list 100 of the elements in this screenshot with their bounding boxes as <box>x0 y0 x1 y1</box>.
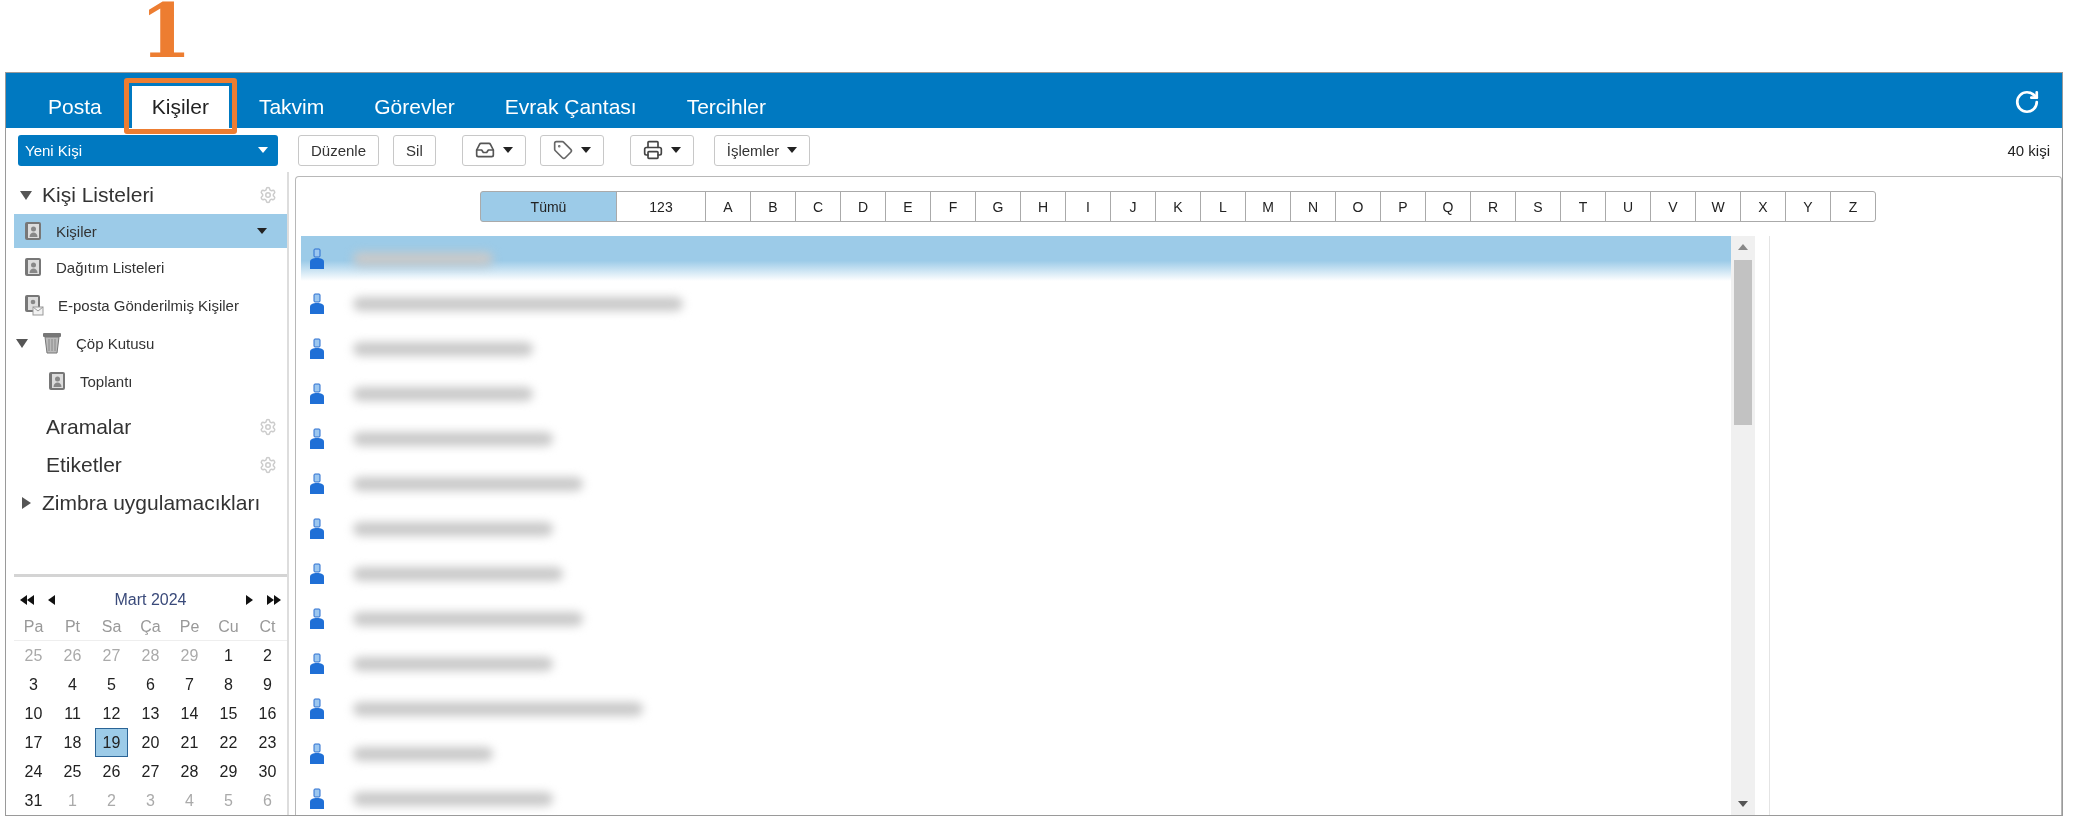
calendar-day[interactable]: 29 <box>212 757 245 786</box>
letter-filter[interactable]: D <box>840 191 886 222</box>
calendar-day[interactable]: 24 <box>17 757 50 786</box>
letter-filter[interactable]: B <box>750 191 796 222</box>
letter-filter[interactable]: O <box>1335 191 1381 222</box>
toolbar-menu-button[interactable] <box>539 134 604 166</box>
settings-icon[interactable] <box>259 186 277 204</box>
letter-filter[interactable]: J <box>1110 191 1156 222</box>
app-tab[interactable]: Kişiler <box>131 86 229 128</box>
letter-filter[interactable]: C <box>795 191 841 222</box>
new-contact-button[interactable]: Yeni Kişi <box>18 134 278 166</box>
letter-filter[interactable]: L <box>1200 191 1246 222</box>
expand-arrow-icon[interactable] <box>20 189 32 201</box>
sidebar-item[interactable]: Toplantı <box>14 362 287 400</box>
toolbar-button[interactable]: Sil <box>393 134 436 166</box>
contact-row[interactable] <box>301 236 1731 281</box>
letter-filter[interactable]: P <box>1380 191 1426 222</box>
calendar-day[interactable]: 28 <box>173 757 206 786</box>
scrollbar[interactable] <box>1731 236 1755 815</box>
letter-filter[interactable]: S <box>1515 191 1561 222</box>
calendar-day[interactable]: 9 <box>251 670 284 699</box>
calendar-day[interactable]: 10 <box>17 699 50 728</box>
calendar-day[interactable]: 16 <box>251 699 284 728</box>
annotation-number: 1 <box>140 0 192 68</box>
calendar-day[interactable]: 23 <box>251 728 284 757</box>
sidebar-item[interactable]: Çöp Kutusu <box>14 324 287 362</box>
letter-filter[interactable]: U <box>1605 191 1651 222</box>
next-year-icon[interactable] <box>267 595 281 605</box>
expand-arrow-icon[interactable] <box>16 337 28 349</box>
letter-filter[interactable]: 123 <box>616 191 706 222</box>
scroll-down-icon[interactable] <box>1738 801 1748 807</box>
calendar-day[interactable]: 31 <box>17 786 50 815</box>
letter-filter[interactable]: F <box>930 191 976 222</box>
app-tab[interactable]: Posta <box>28 86 122 128</box>
contact-icon <box>309 787 325 810</box>
toolbar-menu-button[interactable] <box>461 134 526 166</box>
address-book-icon <box>24 221 42 241</box>
calendar-day[interactable]: 15 <box>212 699 245 728</box>
calendar-day[interactable]: 13 <box>134 699 167 728</box>
letter-filter[interactable]: R <box>1470 191 1516 222</box>
settings-icon[interactable] <box>259 418 277 436</box>
actions-menu-button[interactable]: İşlemler <box>713 134 811 166</box>
sidebar-item[interactable]: Dağıtım Listeleri <box>14 248 287 286</box>
toolbar-button[interactable]: Düzenle <box>298 134 380 166</box>
letter-filter[interactable]: M <box>1245 191 1291 222</box>
calendar-day[interactable]: 4 <box>56 670 89 699</box>
letter-filter[interactable]: V <box>1650 191 1696 222</box>
next-month-icon[interactable] <box>246 595 253 605</box>
section-header[interactable]: Kişi Listeleri <box>6 176 287 214</box>
calendar-day[interactable]: 21 <box>173 728 206 757</box>
calendar-day[interactable]: 3 <box>17 670 50 699</box>
letter-filter[interactable]: Z <box>1830 191 1876 222</box>
calendar-day[interactable]: 26 <box>95 757 128 786</box>
scroll-up-icon[interactable] <box>1738 244 1748 250</box>
letter-filter[interactable]: W <box>1695 191 1741 222</box>
letter-filter[interactable]: E <box>885 191 931 222</box>
calendar-day[interactable]: 1 <box>212 641 245 670</box>
sidebar-item[interactable]: Kişiler <box>14 214 287 248</box>
calendar-day[interactable]: 17 <box>17 728 50 757</box>
section-header[interactable]: Etiketler <box>6 446 287 484</box>
previous-month-icon[interactable] <box>48 595 55 605</box>
calendar-day[interactable]: 8 <box>212 670 245 699</box>
app-tab[interactable]: Evrak Çantası <box>484 86 657 128</box>
letter-filter[interactable]: G <box>975 191 1021 222</box>
section-header[interactable]: Aramalar <box>6 408 287 446</box>
letter-filter[interactable]: K <box>1155 191 1201 222</box>
settings-icon[interactable] <box>259 456 277 474</box>
calendar-day[interactable]: 2 <box>251 641 284 670</box>
calendar-day[interactable]: 25 <box>56 757 89 786</box>
calendar-day[interactable]: 30 <box>251 757 284 786</box>
calendar-day[interactable]: 19 <box>95 728 128 757</box>
calendar-day[interactable]: 6 <box>134 670 167 699</box>
app-tab[interactable]: Takvim <box>238 86 345 128</box>
letter-filter[interactable]: N <box>1290 191 1336 222</box>
collapse-arrow-icon[interactable] <box>20 497 32 509</box>
app-tab[interactable]: Tercihler <box>666 86 786 128</box>
letter-filter[interactable]: H <box>1020 191 1066 222</box>
calendar-day[interactable]: 22 <box>212 728 245 757</box>
letter-filter[interactable]: X <box>1740 191 1786 222</box>
letter-filter[interactable]: I <box>1065 191 1111 222</box>
calendar-day[interactable]: 12 <box>95 699 128 728</box>
calendar-day[interactable]: 7 <box>173 670 206 699</box>
letter-filter[interactable]: T <box>1560 191 1606 222</box>
letter-filter[interactable]: A <box>705 191 751 222</box>
calendar-day[interactable]: 5 <box>95 670 128 699</box>
calendar-day[interactable]: 18 <box>56 728 89 757</box>
scrollbar-thumb[interactable] <box>1734 260 1752 425</box>
calendar-day[interactable]: 20 <box>134 728 167 757</box>
letter-filter[interactable]: Q <box>1425 191 1471 222</box>
toolbar-menu-button[interactable] <box>629 134 694 166</box>
refresh-icon[interactable] <box>2014 89 2040 115</box>
app-tab[interactable]: Görevler <box>354 86 475 128</box>
letter-filter[interactable]: Tümü <box>480 191 617 222</box>
calendar-day[interactable]: 14 <box>173 699 206 728</box>
letter-filter[interactable]: Y <box>1785 191 1831 222</box>
previous-year-icon[interactable] <box>20 595 34 605</box>
calendar-day[interactable]: 27 <box>134 757 167 786</box>
sidebar-item[interactable]: E-posta Gönderilmiş Kişiler <box>14 286 287 324</box>
section-header[interactable]: Zimbra uygulamacıkları <box>6 484 287 522</box>
calendar-day[interactable]: 11 <box>56 699 89 728</box>
